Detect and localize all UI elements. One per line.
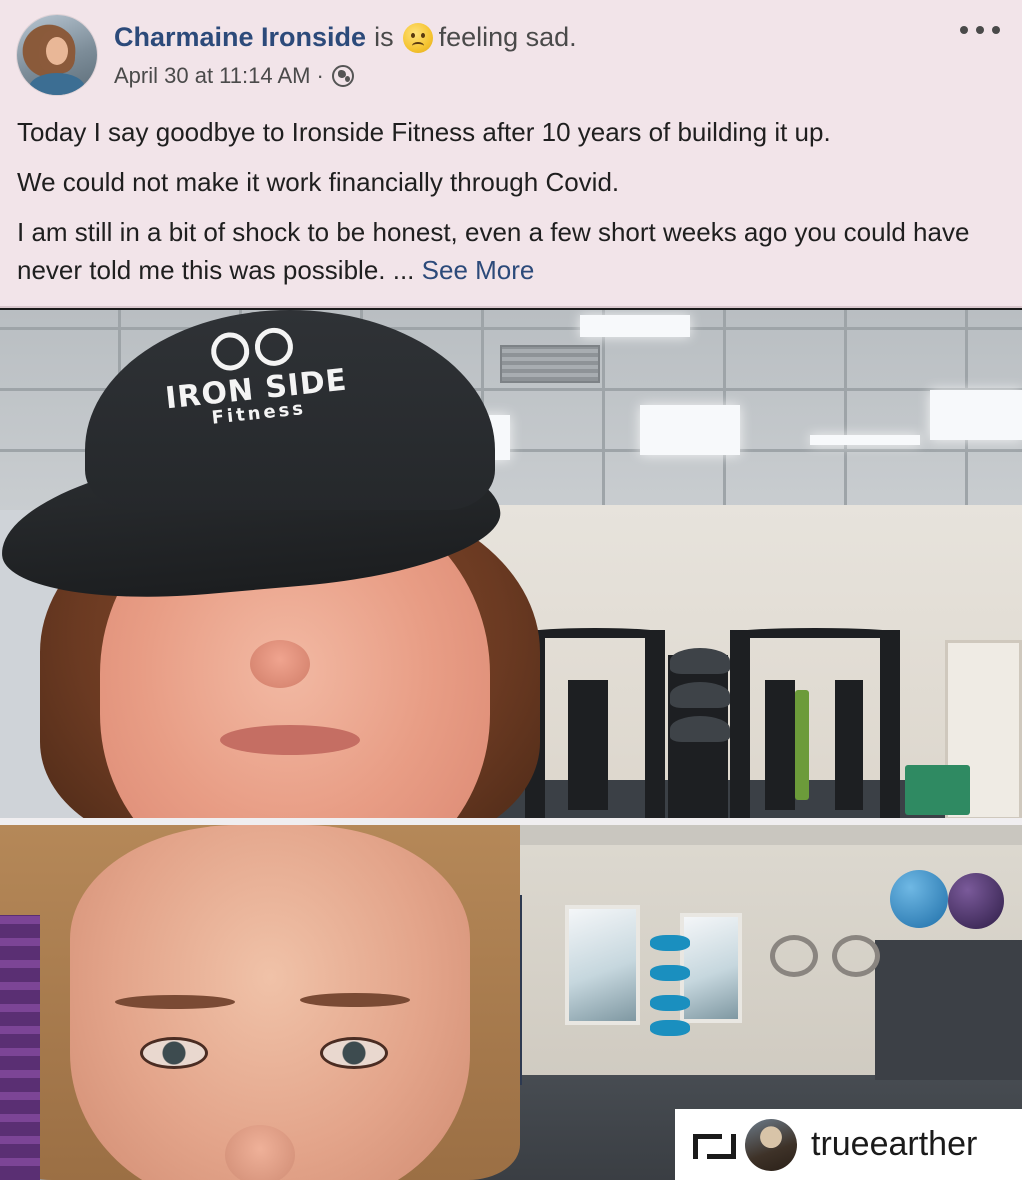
equipment-rack — [730, 630, 750, 820]
eye — [320, 1037, 388, 1069]
more-options-icon[interactable] — [960, 18, 1000, 42]
bosu-ball — [650, 1020, 690, 1036]
post-body: Today I say goodbye to Ironside Fitness … — [17, 113, 1007, 301]
bosu-ball — [670, 648, 730, 674]
is-text: is — [374, 22, 394, 52]
post-paragraph: Today I say goodbye to Ironside Fitness … — [17, 117, 831, 147]
post-meta: April 30 at 11:14 AM · — [114, 63, 354, 89]
nose — [225, 1125, 295, 1180]
resistance-band — [795, 690, 809, 800]
sad-face-icon — [402, 22, 433, 53]
ceiling-vent — [500, 345, 600, 383]
mouth — [220, 725, 360, 755]
window — [680, 913, 742, 1023]
ceiling-light — [930, 390, 1022, 440]
equipment-rack — [765, 680, 795, 810]
facebook-post-card: Charmaine Ironside is feeling sad. April… — [0, 0, 1022, 308]
ceiling-light — [640, 405, 740, 455]
exercise-ball — [948, 873, 1004, 929]
repost-icon — [691, 1128, 736, 1162]
author-line: Charmaine Ironside is feeling sad. — [114, 22, 577, 53]
ceiling-light — [580, 315, 690, 337]
cap-logo-mark — [209, 330, 252, 373]
see-more-link[interactable]: See More — [422, 255, 535, 285]
repost-username[interactable]: trueearther — [811, 1125, 977, 1164]
globe-icon[interactable] — [331, 65, 354, 87]
bosu-ball — [670, 716, 730, 742]
equipment-rack — [645, 630, 665, 820]
screenshot-frame: Charmaine Ironside is feeling sad. April… — [0, 0, 1022, 1180]
post-timestamp[interactable]: April 30 at 11:14 AM — [114, 63, 311, 89]
window — [565, 905, 640, 1025]
equipment-rack — [880, 630, 900, 820]
eye — [140, 1037, 208, 1069]
wall-panel — [875, 940, 1022, 1080]
bosu-ball — [670, 682, 730, 708]
post-paragraph: I am still in a bit of shock to be hones… — [17, 213, 1007, 289]
bosu-ball — [650, 965, 690, 981]
green-box — [905, 765, 970, 815]
meta-separator: · — [316, 63, 324, 88]
bosu-ball — [650, 935, 690, 951]
exercise-ball — [890, 870, 948, 928]
feeling-text: feeling sad. — [438, 22, 577, 52]
photo-top[interactable]: IRON SIDE Fitness — [0, 310, 1022, 820]
equipment-rack — [730, 628, 900, 638]
equipment-rack — [568, 680, 608, 810]
post-paragraph: We could not make it work financially th… — [17, 167, 620, 197]
eyebrow — [300, 993, 410, 1007]
repost-badge[interactable]: trueearther — [675, 1109, 1022, 1180]
equipment-rack — [835, 680, 863, 810]
nose — [250, 640, 310, 688]
eyebrow — [115, 995, 235, 1009]
cap-logo-mark — [253, 325, 295, 368]
ceiling-light — [810, 435, 920, 445]
hanging-strap — [832, 935, 880, 977]
equipment-rack — [525, 628, 665, 638]
hanging-strap — [770, 935, 818, 977]
author-name-link[interactable]: Charmaine Ironside — [114, 22, 366, 53]
repost-user-avatar — [745, 1118, 797, 1171]
bosu-ball — [650, 995, 690, 1011]
author-avatar[interactable] — [17, 15, 97, 95]
purple-weights — [0, 915, 40, 1180]
